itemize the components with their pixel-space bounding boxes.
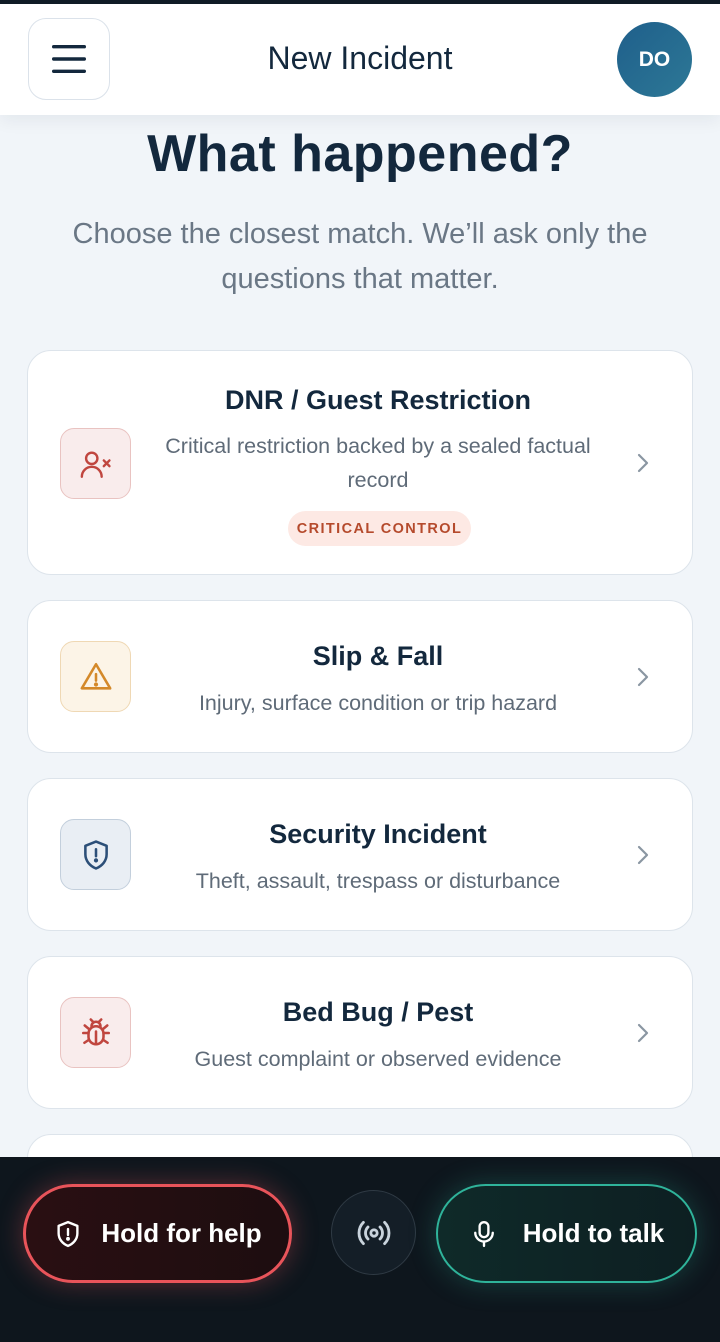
incident-card-description: Guest complaint or observed evidence [194, 1047, 562, 1071]
page-subtitle: Choose the closest match. We’ll ask only… [72, 218, 648, 295]
hold-to-talk-label: Hold to talk [522, 1218, 665, 1248]
hold-to-talk-button[interactable]: Hold to talk [436, 1184, 697, 1283]
bottom-action-bar: Hold for help Hold to talk [0, 1157, 720, 1342]
incident-card-title: Security Incident [269, 819, 487, 849]
chevron-right-icon [637, 1023, 649, 1043]
microphone-icon [473, 1220, 494, 1247]
incident-card-bed-bug[interactable]: Bed Bug / Pest Guest complaint or observ… [27, 956, 693, 1109]
incident-card-description: Critical restriction backed by a sealed … [165, 434, 591, 492]
chevron-right-icon [637, 453, 649, 473]
incident-card-title: Slip & Fall [312, 641, 444, 671]
incident-card-security[interactable]: Security Incident Theft, assault, trespa… [27, 778, 693, 931]
page-title: What happened? [147, 125, 573, 183]
shield-alert-icon [57, 1220, 79, 1247]
avatar[interactable]: DO [617, 22, 692, 97]
incident-card-dnr[interactable]: DNR / Guest Restriction Critical restric… [27, 350, 693, 575]
incident-card-description: Theft, assault, trespass or disturbance [195, 869, 561, 893]
chevron-right-icon [637, 845, 649, 865]
incident-card-title: DNR / Guest Restriction [224, 385, 532, 415]
chevron-right-icon [637, 667, 649, 687]
incident-card-description: Injury, surface condition or trip hazard [198, 691, 558, 715]
shield-alert-icon [60, 819, 131, 890]
bug-icon [60, 997, 131, 1068]
broadcast-icon [357, 1220, 390, 1245]
user-x-icon [60, 428, 131, 499]
critical-control-badge: CRITICAL CONTROL [288, 511, 471, 546]
broadcast-button[interactable] [331, 1190, 416, 1275]
app-header: New Incident DO [0, 4, 720, 115]
header-title: New Incident [267, 40, 453, 76]
incident-card-slip-fall[interactable]: Slip & Fall Injury, surface condition or… [27, 600, 693, 753]
incident-card-title: Bed Bug / Pest [282, 997, 474, 1027]
hold-for-help-button[interactable]: Hold for help [23, 1184, 292, 1283]
hold-for-help-label: Hold for help [101, 1218, 262, 1248]
warning-triangle-icon [60, 641, 131, 712]
